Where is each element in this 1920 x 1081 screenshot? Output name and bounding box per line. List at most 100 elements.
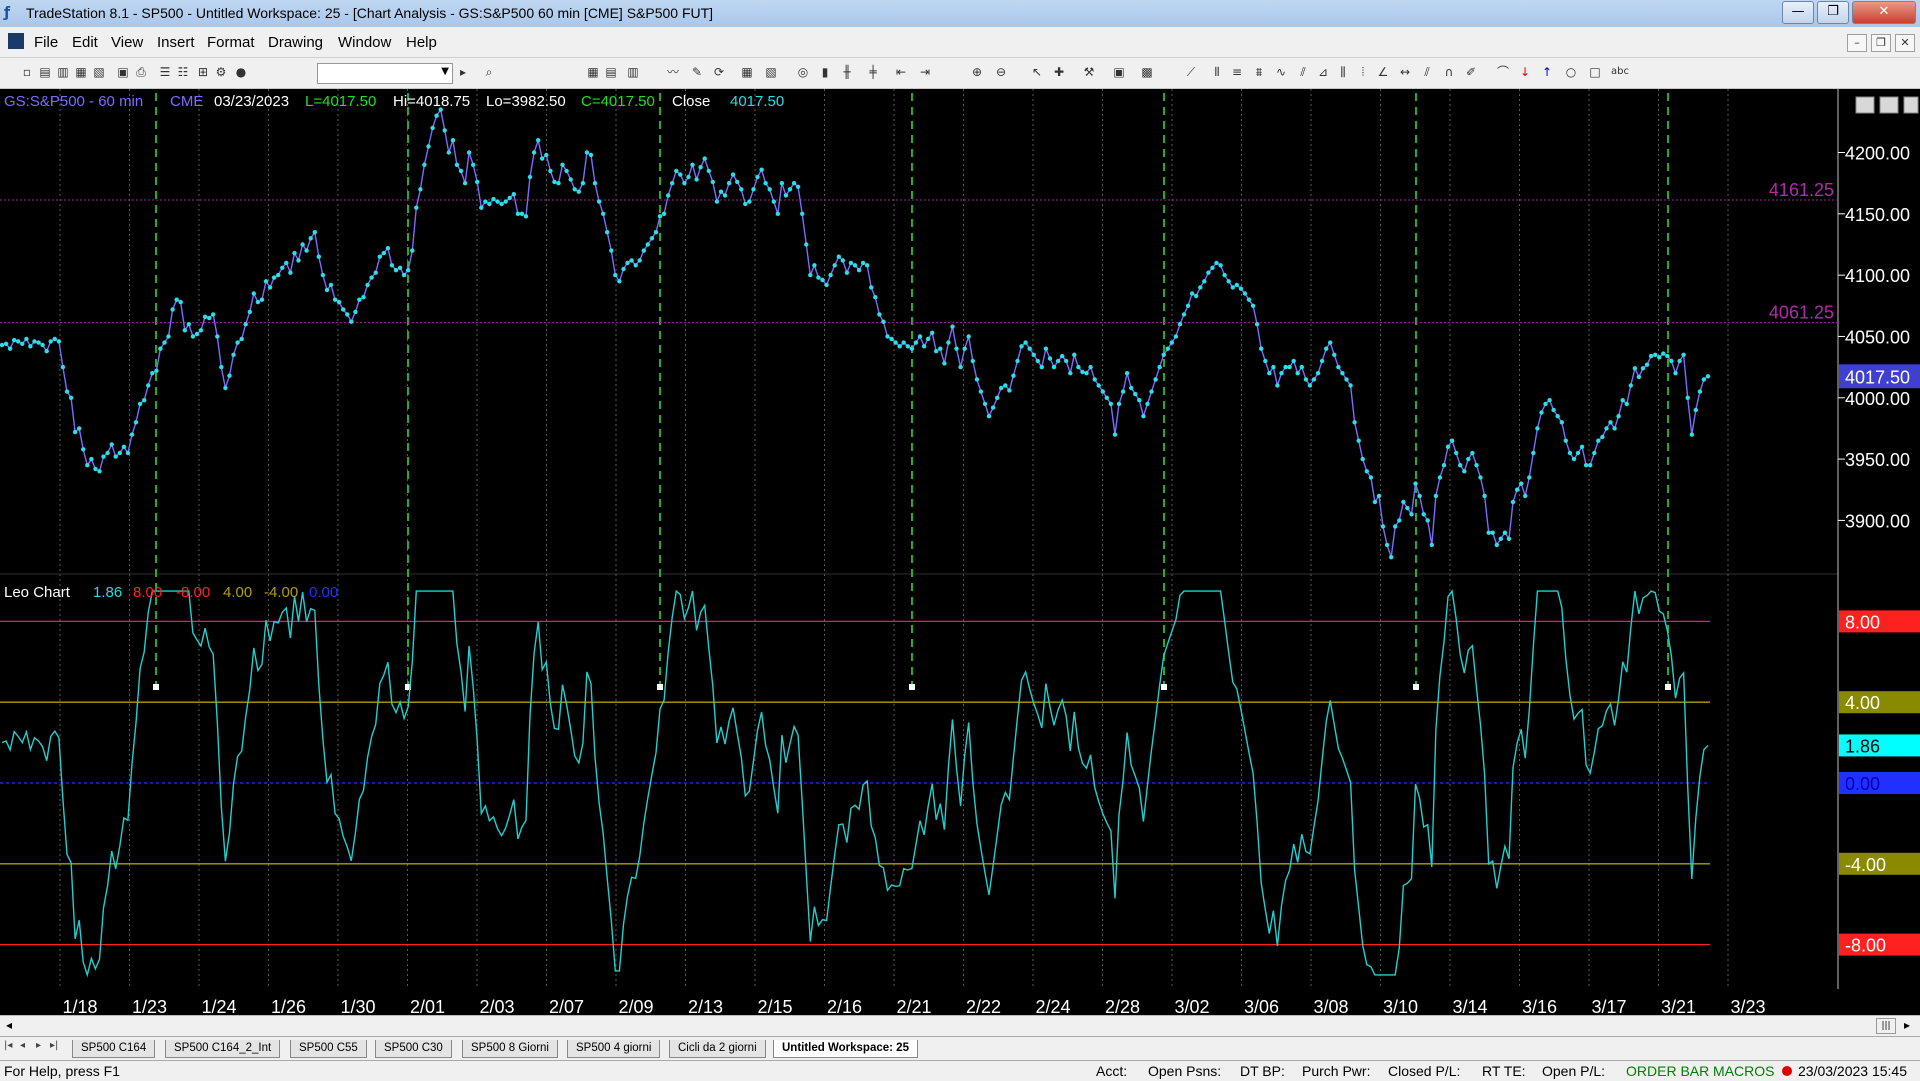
horizontal-lines-icon[interactable]: ≡: [1230, 65, 1244, 79]
price-data-point: [1372, 499, 1378, 505]
date-axis-label: 3/14: [1452, 997, 1487, 1017]
tab-sp500-c164[interactable]: SP500 C164: [72, 1040, 156, 1058]
tab-untitled-workspace-25[interactable]: Untitled Workspace: 25: [773, 1040, 918, 1058]
tab-nav-first-icon[interactable]: |◂: [4, 1040, 12, 1051]
chart-area[interactable]: 1/18 1/23 1/24 1/26 1/30 2/01 2/03 2/07 2/09 2/13…: [0, 89, 1920, 1036]
price-data-point: [1311, 377, 1317, 382]
zoom-in-icon[interactable]: ⊕: [970, 65, 984, 79]
tab-sp500-c164-2-int[interactable]: SP500 C164_2_Int: [165, 1040, 281, 1058]
scroll-left-icon[interactable]: ◂: [6, 1018, 12, 1032]
calendar-icon[interactable]: ▥: [626, 65, 640, 79]
tab-sp500-c55[interactable]: SP500 C55: [290, 1040, 367, 1058]
grid-icon[interactable]: ▦: [586, 65, 600, 79]
menu-edit[interactable]: Edit: [72, 34, 98, 51]
horizontal-scrollbar[interactable]: ◂ ||| ▸: [0, 1015, 1920, 1036]
symbol-combo[interactable]: ▼: [317, 63, 453, 84]
candle-icon[interactable]: ╫: [840, 65, 854, 79]
angle-icon[interactable]: ∠: [1376, 65, 1390, 79]
cursor-data-icon[interactable]: ✚: [1052, 65, 1066, 79]
menu-drawing[interactable]: Drawing: [268, 34, 323, 51]
horizontal-arrow-icon[interactable]: ↔: [1398, 65, 1412, 79]
price-data-point: [393, 268, 399, 273]
text-icon[interactable]: abc: [1610, 65, 1630, 79]
hammer-icon[interactable]: ⚒: [1082, 65, 1096, 79]
chart-canvas[interactable]: 1/18 1/23 1/24 1/26 1/30 2/01 2/03 2/07 2/09 2/13…: [0, 89, 1920, 1036]
tile-icon[interactable]: ☷: [176, 65, 190, 79]
gann-icon[interactable]: ⊿: [1316, 65, 1330, 79]
pen-icon[interactable]: ✐: [1464, 65, 1478, 79]
tab-nav-next-icon[interactable]: ▸: [36, 1040, 41, 1051]
chart-refresh-icon[interactable]: ⟳: [712, 65, 726, 79]
cycle-lines-icon[interactable]: ⦙: [1356, 65, 1370, 79]
globe-icon[interactable]: ●: [234, 65, 248, 79]
close-button[interactable]: ✕: [1852, 1, 1916, 24]
date-axis-label: 2/13: [688, 997, 723, 1017]
menu-window[interactable]: Window: [338, 34, 391, 51]
play-arrow-icon[interactable]: ▸: [456, 65, 470, 79]
price-data-point: [1060, 353, 1065, 359]
open-icon[interactable]: ▤: [38, 65, 52, 79]
ellipse-icon[interactable]: ○: [1564, 65, 1578, 79]
chart-wave-icon[interactable]: 〰: [666, 65, 680, 79]
move-right-icon[interactable]: ⇥: [918, 65, 932, 79]
menu-format[interactable]: Format: [207, 34, 255, 51]
tab-nav-last-icon[interactable]: ▸|: [50, 1040, 58, 1051]
maximize-button[interactable]: ❐: [1817, 1, 1849, 24]
menu-file[interactable]: File: [34, 34, 58, 51]
insert-indicator-icon[interactable]: ▦: [740, 65, 754, 79]
trendline-icon[interactable]: ⟋: [1184, 65, 1198, 79]
new-icon[interactable]: ▫: [20, 65, 34, 79]
grid2-icon[interactable]: ▤: [604, 65, 618, 79]
price-data-point: [1027, 346, 1032, 351]
tab-nav-prev-icon[interactable]: ◂: [20, 1040, 25, 1051]
menu-view[interactable]: View: [111, 34, 143, 51]
magnify-icon[interactable]: ⌕: [482, 65, 496, 79]
tab-sp500-8-giorni[interactable]: SP500 8 Giorni: [462, 1040, 558, 1058]
tools-icon[interactable]: ⚙: [214, 65, 228, 79]
vertical-lines-icon[interactable]: ⦀: [1210, 65, 1224, 79]
tab-cicli-da-2-giorni[interactable]: Cicli da 2 giorni: [669, 1040, 766, 1058]
scroll-thumb[interactable]: |||: [1876, 1018, 1896, 1034]
print-icon[interactable]: ⎙: [134, 65, 148, 79]
menu-help[interactable]: Help: [406, 34, 437, 51]
window-arrange-icon[interactable]: ☰: [158, 65, 172, 79]
mdi-restore-button[interactable]: ❐: [1871, 34, 1891, 52]
move-left-icon[interactable]: ⇤: [894, 65, 908, 79]
chart-tool-icon[interactable]: ✎: [690, 65, 704, 79]
save-icon[interactable]: ▣: [116, 65, 130, 79]
menu-insert[interactable]: Insert: [157, 34, 195, 51]
pointer-icon[interactable]: ↖: [1030, 65, 1044, 79]
fib-icon[interactable]: ∿: [1274, 65, 1288, 79]
mdi-minimize-button[interactable]: –: [1847, 34, 1867, 52]
radar-icon[interactable]: ◎: [796, 65, 810, 79]
price-data-point: [320, 272, 326, 278]
quote-icon[interactable]: ▩: [1140, 65, 1154, 79]
curve-icon[interactable]: ⌒: [1496, 65, 1510, 79]
new-workspace-icon[interactable]: ▦: [74, 65, 88, 79]
ohlc-icon[interactable]: ╪: [866, 65, 880, 79]
insert-strategy-icon[interactable]: ▧: [764, 65, 778, 79]
price-data-point: [162, 340, 167, 345]
mdi-close-button[interactable]: ✕: [1895, 34, 1915, 52]
open-workspace-icon[interactable]: ▥: [56, 65, 70, 79]
parallel-icon[interactable]: ⫽: [1420, 65, 1434, 79]
andrews-icon[interactable]: ⫽: [1296, 65, 1310, 79]
order-bar-button[interactable]: ORDER BAR: [1626, 1063, 1709, 1079]
macros-button[interactable]: MACROS: [1713, 1063, 1774, 1079]
speed-lines-icon[interactable]: ⫼: [1336, 65, 1350, 79]
tab-sp500-c30[interactable]: SP500 C30: [375, 1040, 452, 1058]
scroll-right-icon[interactable]: ▸: [1904, 1018, 1910, 1032]
data-window-icon[interactable]: ▣: [1112, 65, 1126, 79]
arrow-down-icon[interactable]: ↓: [1518, 65, 1532, 79]
rectangle-icon[interactable]: □: [1588, 65, 1602, 79]
arrow-up-icon[interactable]: ↑: [1540, 65, 1554, 79]
bar-chart-icon[interactable]: ▮: [818, 65, 832, 79]
price-data-point: [548, 168, 553, 174]
channel-icon[interactable]: ⩩: [1252, 65, 1266, 79]
minimize-button[interactable]: —: [1782, 1, 1814, 24]
zoom-out-icon[interactable]: ⊖: [994, 65, 1008, 79]
tab-sp500-4-giorni[interactable]: SP500 4 giorni: [567, 1040, 661, 1058]
close-workspace-icon[interactable]: ▧: [92, 65, 106, 79]
arc-icon[interactable]: ∩: [1442, 65, 1456, 79]
lock-icon[interactable]: ⊞: [196, 65, 210, 79]
